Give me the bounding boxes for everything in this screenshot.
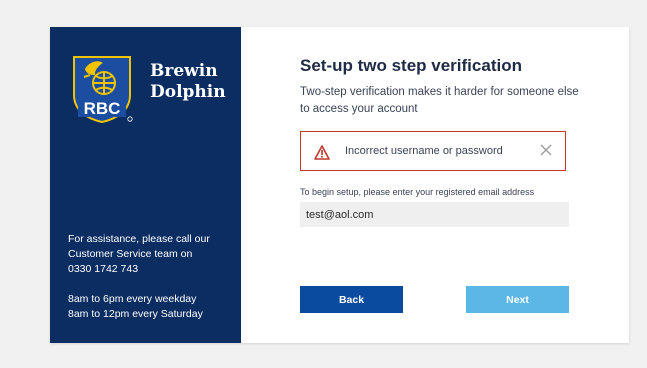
phone-number: 0330 1742 743 [68,263,139,275]
next-button[interactable]: Next [466,286,569,313]
email-field-label: To begin setup, please enter your regist… [300,187,535,197]
hours-weekday: 8am to 6pm every weekday [68,293,197,305]
assist-line1: For assistance, please call our [68,233,210,245]
assist-line2: Customer Service team on [68,248,193,260]
page-title: Set-up two step verification [300,56,522,75]
verification-form: Set-up two step verification Two-step ve… [241,27,629,343]
page-subtitle: Two-step verification makes it harder fo… [300,86,579,115]
error-message: Incorrect username or password [345,145,503,157]
brand-sidebar: RBC Brewin Dolphin For assistance, pleas… [50,27,241,343]
brand-name: Brewin Dolphin [150,61,226,103]
opening-hours: 8am to 6pm every weekday 8am to 12pm eve… [68,292,233,322]
brand-name-line2: Dolphin [150,82,226,102]
email-field[interactable] [300,202,569,227]
warning-triangle-icon [314,145,330,160]
rbc-logo: RBC [73,56,133,123]
brand-name-line1: Brewin [150,61,218,81]
verification-card: RBC Brewin Dolphin For assistance, pleas… [50,27,629,343]
assistance-text: For assistance, please call our Customer… [68,232,233,277]
rbc-logo-text: RBC [84,99,121,118]
hours-saturday: 8am to 12pm every Saturday [68,308,203,320]
error-alert: Incorrect username or password [300,131,566,171]
back-button[interactable]: Back [300,286,403,313]
close-icon[interactable] [539,143,553,157]
